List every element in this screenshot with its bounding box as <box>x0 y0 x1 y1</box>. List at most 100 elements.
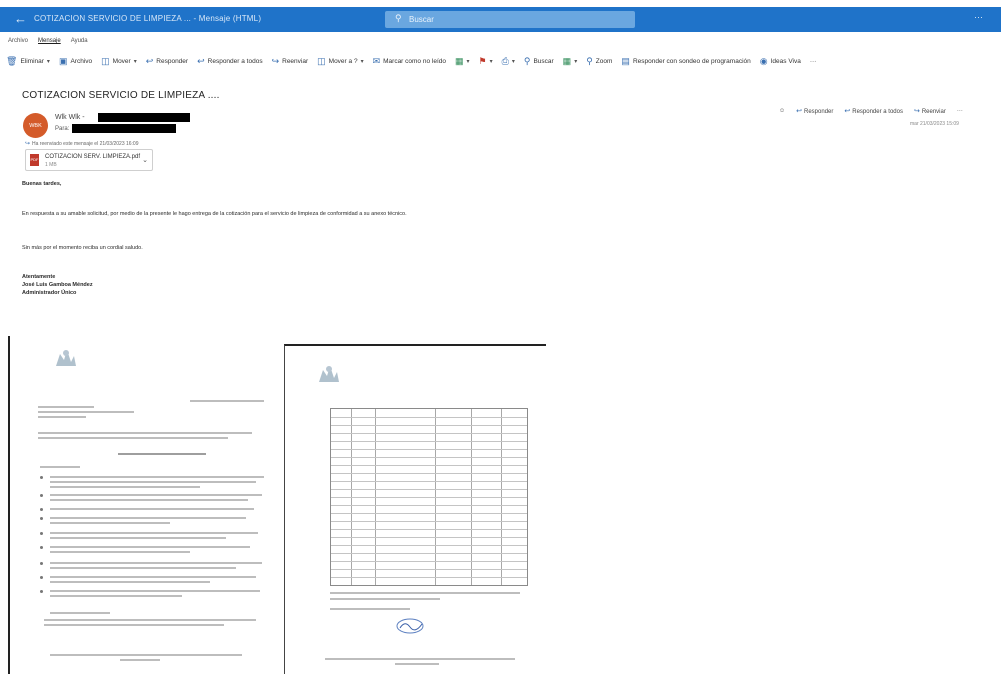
table-row <box>331 425 527 426</box>
emoji-reaction-icon[interactable]: ☺ <box>779 108 785 114</box>
tab-ayuda[interactable]: Ayuda <box>71 38 88 48</box>
scan-text-line <box>38 411 134 413</box>
categorize-icon: ▦ <box>455 55 464 66</box>
scan-footer-line <box>50 654 242 656</box>
print-button[interactable]: ⎙ ▾ <box>501 55 515 66</box>
avatar[interactable]: WBK <box>23 113 48 138</box>
flag-button[interactable]: ⚑ ▾ <box>479 56 493 66</box>
forward-icon: ↪ <box>913 108 920 115</box>
table-row <box>331 505 527 506</box>
table-row <box>331 457 527 458</box>
zoom-icon: ⚲ <box>586 55 593 66</box>
translate-button[interactable]: ▦ ▾ <box>562 55 578 66</box>
more-actions-button[interactable]: ··· <box>957 108 963 114</box>
tab-mensaje[interactable]: Mensaje <box>38 38 61 48</box>
viva-insights-button[interactable]: ◉ Ideas Viva <box>759 55 801 66</box>
chevron-down-icon: ▾ <box>133 58 137 65</box>
attachment-card[interactable]: PDF COTIZACION SERV. LIMPIEZA.pdf 1 MB ⌄ <box>25 149 153 171</box>
translate-icon: ▦ <box>562 55 572 66</box>
scan-text-line <box>330 598 440 600</box>
sender-name[interactable]: Wlk Wlk - <box>55 114 85 121</box>
scan-heading-line <box>118 453 206 455</box>
more-options-icon[interactable]: ··· <box>974 12 983 22</box>
categorize-button[interactable]: ▦ ▾ <box>455 55 470 66</box>
scan-text-line <box>50 508 254 510</box>
table-row <box>331 441 527 442</box>
scan-text-line <box>50 537 226 539</box>
scan-bullet <box>40 517 43 520</box>
scan-footer-line <box>120 659 160 661</box>
redacted-recipient <box>72 124 176 133</box>
zoom-button[interactable]: ⚲ Zoom <box>586 55 612 66</box>
move-button[interactable]: ◫ Mover ▾ <box>101 56 137 66</box>
table-row <box>331 513 527 514</box>
signature-line: Atentamente <box>22 274 56 280</box>
archive-button[interactable]: ▣ Archivo <box>58 55 92 66</box>
delete-button[interactable]: 🗑 Eliminar ▾ <box>6 55 50 66</box>
chevron-down-icon: ▾ <box>46 58 50 65</box>
scan-text-line <box>50 567 236 569</box>
quick-step-icon: ◫ <box>317 55 326 66</box>
find-button[interactable]: ⚲ Buscar <box>524 56 554 66</box>
scan-text-line <box>50 581 210 583</box>
price-table <box>330 408 528 586</box>
scan-text-line <box>50 499 248 501</box>
reply-all-button[interactable]: ↩ Responder a todos <box>197 56 262 66</box>
scan-text-line <box>44 619 256 621</box>
attachment-name: COTIZACION SERV. LIMPIEZA.pdf <box>45 154 141 160</box>
company-logo-icon <box>56 350 76 366</box>
mark-unread-button[interactable]: ✉ Marcar como no leído <box>373 56 446 66</box>
reply-button[interactable]: ↩ Responder <box>146 56 188 66</box>
scan-text-line <box>50 562 262 564</box>
viva-icon: ◉ <box>759 55 768 66</box>
table-row <box>331 417 527 418</box>
reply-all-action[interactable]: ↩ Responder a todos <box>844 107 903 115</box>
company-logo-icon <box>319 366 339 382</box>
command-toolbar: 🗑 Eliminar ▾ ▣ Archivo ◫ Mover ▾ ↩ Responder ↩… <box>6 51 996 71</box>
scan-bullet <box>40 590 43 593</box>
trash-icon: 🗑 <box>6 55 18 66</box>
chevron-down-icon[interactable]: ⌄ <box>142 156 148 164</box>
table-row <box>331 569 527 570</box>
reply-icon: ↩ <box>796 108 803 115</box>
table-row <box>331 465 527 466</box>
forward-icon: ↪ <box>25 141 31 147</box>
scan-text-line <box>50 551 190 553</box>
scan-text-line <box>50 576 256 578</box>
table-row <box>331 561 527 562</box>
scan-text-line <box>50 481 256 483</box>
scan-text-line <box>40 466 80 468</box>
scan-footer-line <box>395 663 439 665</box>
forward-button[interactable]: ↪ Reenviar <box>272 56 309 66</box>
scanned-quotation-page-1 <box>8 336 276 674</box>
tab-archivo[interactable]: Archivo <box>8 38 28 48</box>
back-arrow-icon[interactable]: ← <box>14 11 28 27</box>
email-paragraph: En respuesta a su amable solicitud, por … <box>22 211 407 217</box>
schedule-reply-button[interactable]: ▤ Responder con sondeo de programación <box>621 56 750 66</box>
quick-steps-button[interactable]: ◫ Mover a ? ▾ <box>317 55 363 66</box>
attachment-size: 1 MB <box>45 162 57 168</box>
print-icon: ⎙ <box>501 55 509 66</box>
scan-text-line <box>50 494 262 496</box>
forwarded-note: ↪ Ha reenviado este mensaje el 21/03/2023… <box>25 141 139 147</box>
scan-text-line <box>50 517 246 519</box>
search-icon: ⚲ <box>395 13 402 23</box>
archive-icon: ▣ <box>58 55 68 66</box>
chevron-down-icon: ▾ <box>466 58 470 65</box>
reply-all-icon: ↩ <box>844 108 851 115</box>
email-greeting: Buenas tardes, <box>22 181 62 187</box>
scan-bullet <box>40 532 43 535</box>
table-row <box>331 497 527 498</box>
search-box[interactable]: ⚲ Buscar <box>385 11 635 28</box>
message-actions: ☺ ↩ Responder ↩ Responder a todos ↪ Reenvia… <box>779 107 963 115</box>
scan-bullet <box>40 562 43 565</box>
signature-line: Administrador Único <box>22 290 77 296</box>
forward-action[interactable]: ↪ Reenviar <box>914 107 946 115</box>
scan-bullet <box>40 476 43 479</box>
toolbar-more-button[interactable]: ··· <box>810 58 817 65</box>
reply-action[interactable]: ↩ Responder <box>796 107 833 115</box>
table-row <box>331 473 527 474</box>
email-date: mar 21/03/2023 15:09 <box>910 121 959 127</box>
ribbon-tabs: Archivo Mensaje Ayuda <box>8 38 88 48</box>
table-row <box>331 433 527 434</box>
